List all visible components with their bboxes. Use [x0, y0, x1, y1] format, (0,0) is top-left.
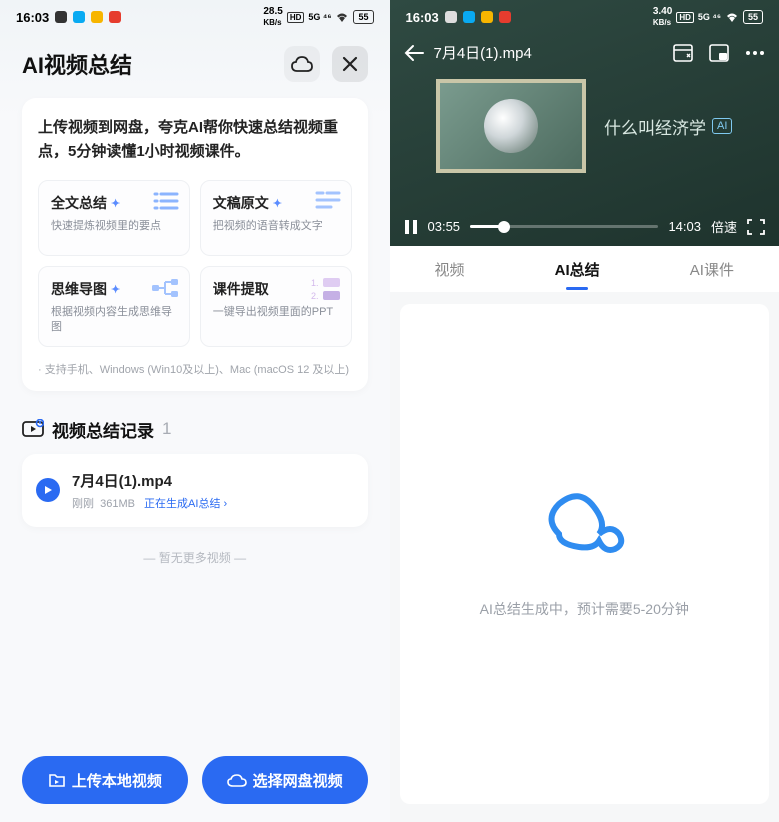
clock: 16:03	[406, 10, 439, 25]
app-indicator-icon	[73, 11, 85, 23]
hd-icon: HD	[287, 12, 305, 23]
video-filename: 7月4日(1).mp4	[434, 42, 532, 63]
upload-local-button[interactable]: 上传本地视频	[22, 756, 188, 804]
loading-spinner-icon	[539, 489, 629, 559]
lines-icon	[315, 191, 341, 209]
record-item[interactable]: 7月4日(1).mp4 刚刚 361MB 正在生成AI总结 ›	[22, 454, 368, 527]
back-button[interactable]	[404, 44, 424, 62]
tab-ai-summary[interactable]: AI总结	[547, 249, 608, 290]
feature-full-summary[interactable]: 全文总结✦ 快速提炼视频里的要点	[38, 180, 190, 256]
folder-icon	[48, 772, 66, 788]
close-button[interactable]	[332, 46, 368, 82]
progress-bar[interactable]	[470, 225, 658, 228]
intro-card: 上传视频到网盘，夸克AI帮你快速总结视频重点，5分钟读懂1小时视频课件。 全文总…	[22, 98, 368, 391]
status-bar: 16:03 28.5KB/s HD 5G ⁴⁶ 55	[0, 0, 390, 34]
list-icon	[153, 191, 179, 211]
support-note: · 支持手机、Windows (Win10及以上)、Mac (macOS 12 …	[38, 361, 352, 377]
svg-text:2.: 2.	[311, 291, 319, 301]
clock: 16:03	[16, 10, 49, 25]
pip-icon[interactable]	[709, 44, 729, 62]
battery-icon: 55	[743, 10, 763, 24]
feature-transcript[interactable]: 文稿原文✦ 把视频的语音转成文字	[200, 180, 352, 256]
loading-text: AI总结生成中，预计需要5-20分钟	[480, 599, 689, 619]
record-filename: 7月4日(1).mp4	[72, 470, 354, 491]
cloud-button[interactable]	[284, 46, 320, 82]
pause-button[interactable]	[404, 219, 418, 235]
window-icon[interactable]	[673, 44, 693, 62]
records-icon	[22, 419, 44, 439]
hero-text: 上传视频到网盘，夸克AI帮你快速总结视频重点，5分钟读懂1小时视频课件。	[38, 116, 352, 164]
signal-5g-icon: 5G ⁴⁶	[308, 12, 331, 22]
net-speed: 28.5KB/s	[263, 6, 282, 28]
total-time: 14:03	[668, 219, 701, 234]
app-indicator-icon	[445, 11, 457, 23]
video-thumbnail	[436, 79, 586, 173]
mindmap-icon	[151, 277, 179, 299]
feature-ppt-extract[interactable]: 课件提取 一键导出视频里面的PPT 1.2.	[200, 266, 352, 347]
svg-text:1.: 1.	[311, 278, 319, 288]
wifi-icon	[725, 12, 739, 23]
app-indicator-icon	[463, 11, 475, 23]
ai-badge-icon: AI	[712, 118, 732, 134]
speed-button[interactable]: 倍速	[711, 217, 737, 236]
globe-icon	[484, 99, 538, 153]
more-icon[interactable]	[745, 50, 765, 56]
app-indicator-icon	[481, 11, 493, 23]
app-indicator-icon	[91, 11, 103, 23]
status-bar: 16:03 3.40KB/s HD 5G ⁴⁶ 55	[390, 0, 779, 34]
app-indicator-icon	[499, 11, 511, 23]
play-icon	[36, 478, 60, 502]
page-header: AI视频总结	[0, 34, 390, 98]
app-indicator-icon	[109, 11, 121, 23]
current-time: 03:55	[428, 219, 461, 234]
records-count: 1	[162, 419, 171, 439]
feature-mindmap[interactable]: 思维导图✦ 根据视频内容生成思维导图	[38, 266, 190, 347]
signal-5g-icon: 5G ⁴⁶	[698, 12, 721, 22]
page-title: AI视频总结	[22, 48, 132, 80]
record-status: 正在生成AI总结 ›	[144, 498, 227, 510]
app-indicator-icon	[55, 11, 67, 23]
fullscreen-button[interactable]	[747, 219, 765, 235]
battery-icon: 55	[353, 10, 373, 24]
ppt-icon: 1.2.	[311, 277, 341, 301]
no-more-text: — 暂无更多视频 —	[22, 549, 368, 566]
wifi-icon	[335, 12, 349, 23]
select-cloud-button[interactable]: 选择网盘视频	[202, 756, 368, 804]
net-speed: 3.40KB/s	[653, 6, 672, 28]
tab-video[interactable]: 视频	[427, 249, 473, 290]
hd-icon: HD	[676, 12, 694, 23]
tab-ai-courseware[interactable]: AI课件	[682, 249, 742, 290]
tab-bar: 视频 AI总结 AI课件	[390, 246, 779, 292]
records-title: 视频总结记录	[52, 417, 154, 442]
video-overlay-title: 什么叫经济学 AI	[604, 114, 732, 139]
cloud-icon	[227, 773, 247, 787]
content-pane: AI总结生成中，预计需要5-20分钟	[400, 304, 770, 804]
